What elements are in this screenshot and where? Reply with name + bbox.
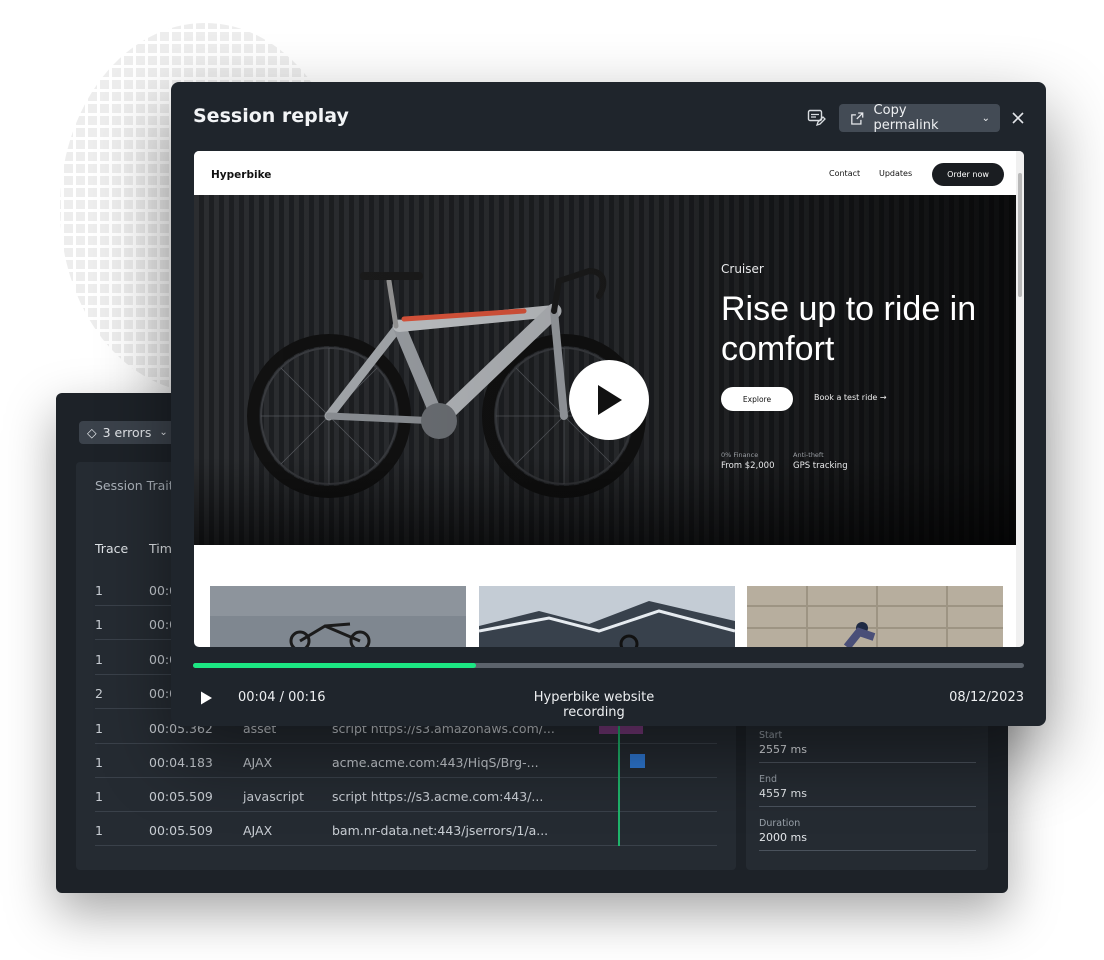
modal-title: Session replay bbox=[193, 105, 349, 127]
errors-filter[interactable]: ◇ 3 errors ⌄ bbox=[79, 421, 175, 444]
copy-permalink-label: Copy permalink bbox=[873, 103, 939, 133]
play-overlay-button[interactable] bbox=[569, 360, 649, 440]
feature-value: From $2,000 bbox=[721, 461, 775, 471]
order-now-button[interactable]: Order now bbox=[932, 163, 1004, 186]
feature-label: Anti-theft bbox=[793, 451, 824, 459]
play-icon[interactable] bbox=[198, 690, 214, 706]
column-header-time[interactable]: Tim bbox=[149, 541, 172, 556]
explore-button[interactable]: Explore bbox=[721, 387, 793, 411]
site-logo[interactable]: Hyperbike bbox=[211, 169, 271, 181]
feature-label: 0% Finance bbox=[721, 451, 759, 459]
error-diamond-icon: ◇ bbox=[87, 425, 97, 440]
play-icon bbox=[598, 385, 622, 415]
nav-link-updates[interactable]: Updates bbox=[879, 169, 912, 178]
errors-label: 3 errors bbox=[102, 425, 152, 440]
trace-timing-bar bbox=[630, 754, 645, 768]
copy-permalink-button[interactable]: Copy permalink ⌄ bbox=[839, 103, 1000, 133]
recording-title: Hyperbike website recording bbox=[533, 690, 655, 720]
chevron-down-icon: ⌄ bbox=[981, 112, 990, 124]
playback-progress-fill bbox=[193, 663, 476, 668]
table-row[interactable]: 1 00:05.509 AJAX bam.nr-data.net:443/jse… bbox=[95, 812, 717, 846]
detail-start: Start 2557 ms bbox=[759, 730, 976, 763]
table-row[interactable]: 1 00:05.509 javascript script https://s3… bbox=[95, 778, 717, 812]
replay-viewport[interactable]: Hyperbike Contact Updates Order now Crui… bbox=[194, 151, 1024, 647]
chevron-down-icon: ⌄ bbox=[159, 427, 168, 438]
book-test-ride-link[interactable]: Book a test ride → bbox=[814, 393, 887, 402]
nav-link-contact[interactable]: Contact bbox=[829, 169, 860, 178]
recording-date: 08/12/2023 bbox=[949, 690, 1024, 705]
table-row[interactable]: 1 00:04.183 AJAX acme.acme.com:443/HiqS/… bbox=[95, 744, 717, 778]
close-icon[interactable] bbox=[1009, 109, 1027, 127]
feature-value: GPS tracking bbox=[793, 461, 848, 471]
product-thumbnail bbox=[747, 586, 1003, 647]
session-traits-label: Session Trait bbox=[95, 478, 174, 493]
replay-scrollbar[interactable] bbox=[1016, 151, 1024, 647]
product-thumbnail bbox=[210, 586, 466, 647]
product-thumbnail bbox=[479, 586, 735, 647]
hero-section: Cruiser Rise up to ride in comfort Explo… bbox=[194, 195, 1016, 545]
hero-headline: Rise up to ride in comfort bbox=[721, 290, 977, 368]
detail-duration: Duration 2000 ms bbox=[759, 818, 976, 851]
comment-edit-icon[interactable] bbox=[806, 108, 826, 128]
hero-kicker: Cruiser bbox=[721, 262, 764, 276]
external-link-icon bbox=[851, 111, 864, 125]
playback-progress-bar[interactable] bbox=[193, 663, 1024, 668]
scrollbar-thumb[interactable] bbox=[1018, 173, 1022, 297]
column-header-trace[interactable]: Trace bbox=[95, 541, 128, 556]
playback-time: 00:04 / 00:16 bbox=[238, 690, 326, 705]
site-navbar: Hyperbike Contact Updates Order now bbox=[194, 151, 1016, 195]
detail-end: End 4557 ms bbox=[759, 774, 976, 807]
